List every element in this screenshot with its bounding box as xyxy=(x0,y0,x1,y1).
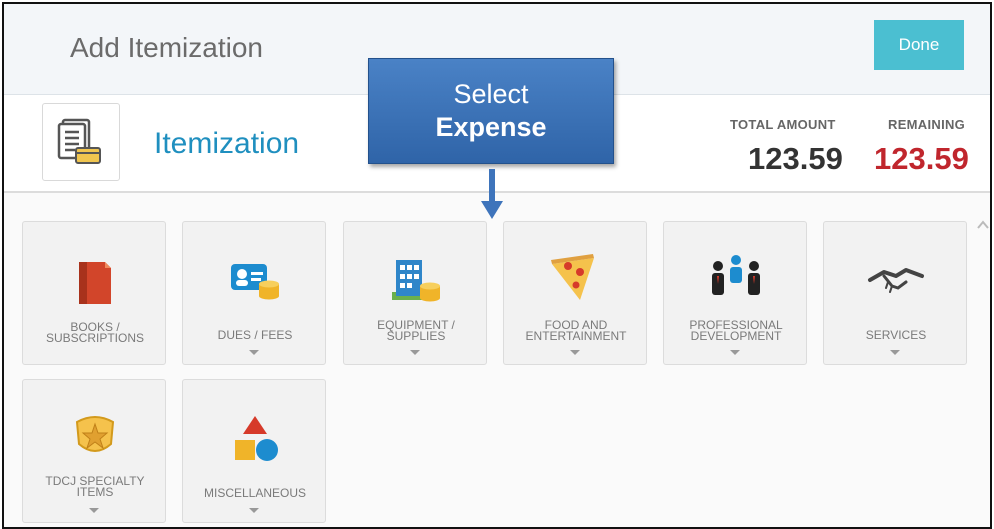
chevron-down-icon[interactable] xyxy=(249,350,259,355)
expense-type-books-subscriptions[interactable]: BOOKS / SUBSCRIPTIONS xyxy=(22,221,166,365)
chevron-down-icon[interactable] xyxy=(89,508,99,513)
select-expense-callout: Select Expense xyxy=(368,58,614,164)
expense-type-label: FOOD AND ENTERTAINMENT xyxy=(525,318,627,343)
building-coins-icon xyxy=(392,260,440,302)
itemization-icon xyxy=(42,103,120,181)
expense-type-label: EQUIPMENT / SUPPLIES xyxy=(377,318,455,343)
expense-type-label: BOOKS / SUBSCRIPTIONS xyxy=(45,320,144,345)
expense-type-label: MISCELLANEOUS xyxy=(203,486,307,500)
expense-type-miscellaneous[interactable]: MISCELLANEOUS xyxy=(182,379,326,523)
total-amount-value: 123.59 xyxy=(748,141,843,176)
scroll-up-icon[interactable] xyxy=(977,219,989,231)
chevron-down-icon[interactable] xyxy=(570,350,580,355)
dialog-title: Add Itemization xyxy=(70,32,263,63)
expense-type-food-entertainment[interactable]: FOOD AND ENTERTAINMENT xyxy=(503,221,647,365)
remaining-label: REMAINING xyxy=(888,117,966,132)
expense-type-label: DUES / FEES xyxy=(217,328,293,342)
expense-type-tdcj-specialty-items[interactable]: TDCJ SPECIALTY ITEMS xyxy=(22,379,166,523)
callout-line-1: Select xyxy=(453,79,529,109)
handshake-icon xyxy=(868,268,924,293)
expense-type-label: TDCJ SPECIALTY ITEMS xyxy=(45,474,145,499)
callout-line-2: Expense xyxy=(435,112,547,142)
chevron-down-icon[interactable] xyxy=(410,350,420,355)
book-icon xyxy=(79,262,111,304)
remaining-value: 123.59 xyxy=(874,141,969,176)
expense-type-equipment-supplies[interactable]: EQUIPMENT / SUPPLIES xyxy=(343,221,487,365)
itemization-dialog: Add Itemization Done Itemization TOTAL A… xyxy=(2,2,992,529)
pizza-icon xyxy=(551,254,594,300)
chevron-down-icon[interactable] xyxy=(249,508,259,513)
id-card-coins-icon xyxy=(231,264,279,300)
shapes-icon xyxy=(235,416,278,461)
arrow-down-icon xyxy=(481,169,503,219)
expense-type-dues-fees[interactable]: DUES / FEES xyxy=(182,221,326,365)
chevron-down-icon[interactable] xyxy=(730,350,740,355)
expense-type-services[interactable]: SERVICES xyxy=(823,221,967,365)
expense-type-label: PROFESSIONAL DEVELOPMENT xyxy=(689,318,783,343)
total-amount-label: TOTAL AMOUNT xyxy=(730,117,836,132)
expense-type-professional-development[interactable]: PROFESSIONAL DEVELOPMENT xyxy=(663,221,807,365)
chevron-down-icon[interactable] xyxy=(890,350,900,355)
done-button[interactable]: Done xyxy=(874,20,964,70)
itemization-heading: Itemization xyxy=(154,127,300,160)
expense-type-grid: BOOKS / SUBSCRIPTIONS DUES / FEES EQUIPM… xyxy=(4,193,990,527)
expense-type-label: SERVICES xyxy=(865,328,927,342)
badge-icon xyxy=(75,416,115,452)
people-icon xyxy=(712,255,760,295)
